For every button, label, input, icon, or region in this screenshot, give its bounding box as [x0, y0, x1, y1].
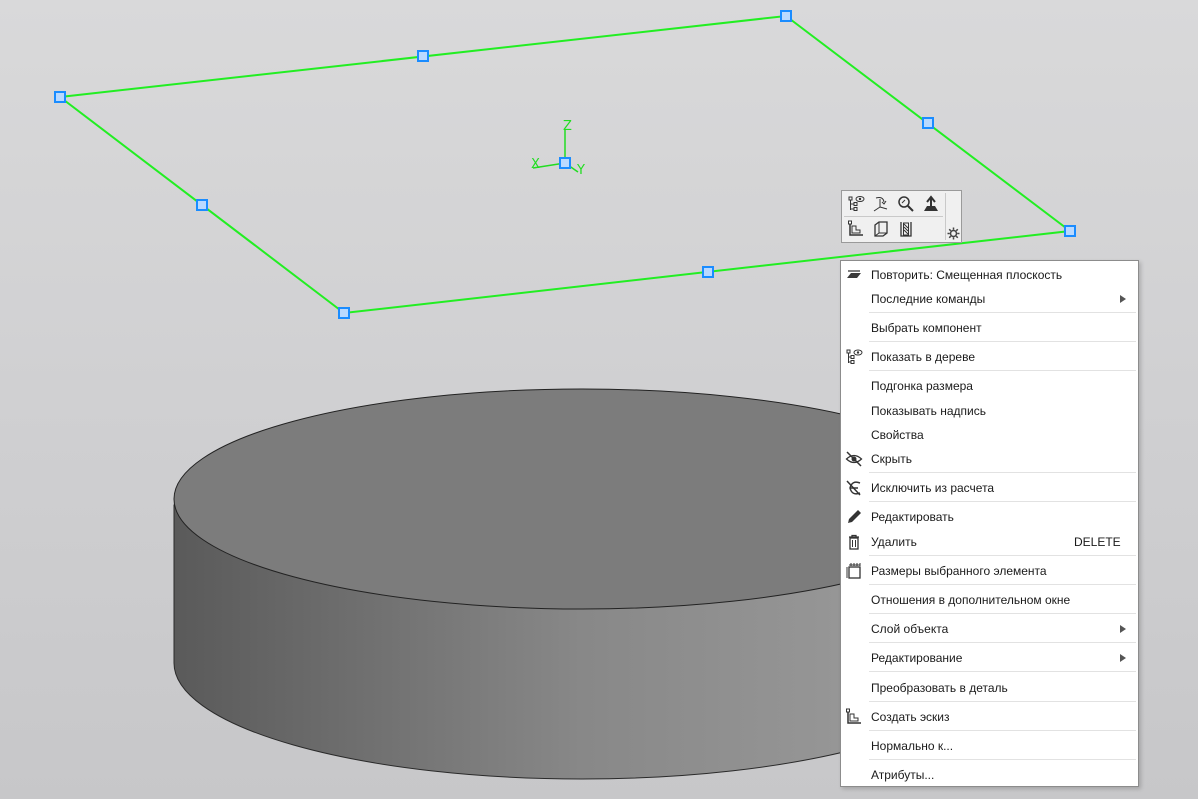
pencil-icon [845, 508, 863, 526]
section-view-button[interactable] [869, 218, 893, 240]
create-sketch-icon [848, 220, 863, 236]
menu-item-relations-window[interactable]: Отношения в дополнительном окне [841, 588, 1138, 612]
delete-shortcut: DELETE [1074, 535, 1121, 549]
axis-x-label: X [531, 157, 540, 172]
handle-corner-top[interactable] [780, 10, 792, 22]
menu-item-edit[interactable]: Редактировать [841, 505, 1138, 529]
menu-item-recent-commands[interactable]: Последние команды [841, 287, 1138, 311]
axis-z-label: Z [563, 119, 572, 134]
menu-separator [869, 613, 1136, 614]
menu-item-exclude-from-calculation[interactable]: Исключить из расчета [841, 476, 1138, 500]
handle-edge-bottom[interactable] [702, 266, 714, 278]
menu-item-show-in-tree[interactable]: Показать в дереве [841, 345, 1138, 369]
axis-y-label: Y [576, 163, 585, 178]
handle-corner-bottom[interactable] [338, 307, 350, 319]
menu-item-repeat-offset-plane[interactable]: Повторить: Смещенная плоскость [841, 263, 1138, 287]
trash-icon [845, 533, 863, 551]
toolbar-row-separator [844, 216, 943, 217]
menu-separator [869, 370, 1136, 371]
create-sketch-icon [845, 708, 863, 726]
handle-edge-right[interactable] [922, 117, 934, 129]
menu-item-create-sketch[interactable]: Создать эскиз [841, 705, 1138, 729]
menu-item-properties[interactable]: Свойства [841, 423, 1138, 447]
mini-toolbar [841, 190, 962, 243]
handle-center[interactable] [559, 157, 571, 169]
submenu-arrow-icon [1120, 654, 1126, 662]
eye-hide-icon [845, 450, 863, 468]
menu-separator [869, 759, 1136, 760]
tree-eye-icon [845, 348, 863, 366]
section-view-icon [874, 221, 888, 237]
menu-separator [869, 671, 1136, 672]
exclude-icon [845, 479, 863, 497]
hatch-view-icon [900, 222, 912, 237]
show-in-tree-button[interactable] [844, 193, 868, 215]
axis-triad: Z X Y [531, 119, 585, 178]
menu-item-delete[interactable]: Удалить DELETE [841, 530, 1138, 554]
menu-separator [869, 472, 1136, 473]
handle-corner-left[interactable] [54, 91, 66, 103]
sketch-normal-button[interactable] [869, 193, 893, 215]
menu-item-fit-size[interactable]: Подгонка размера [841, 374, 1138, 398]
handle-edge-left[interactable] [196, 199, 208, 211]
menu-item-show-caption[interactable]: Показывать надпись [841, 399, 1138, 423]
menu-separator [869, 312, 1136, 313]
menu-separator [869, 555, 1136, 556]
menu-separator [869, 730, 1136, 731]
menu-separator [869, 701, 1136, 702]
context-menu: Повторить: Смещенная плоскость Последние… [840, 260, 1139, 787]
menu-item-selected-element-dimensions[interactable]: Размеры выбранного элемента [841, 559, 1138, 583]
submenu-arrow-icon [1120, 295, 1126, 303]
zoom-to-icon [898, 196, 914, 212]
dimensions-icon [845, 562, 863, 580]
hatch-view-button[interactable] [894, 218, 918, 240]
show-in-tree-icon [848, 196, 865, 211]
zoom-to-button[interactable] [894, 193, 918, 215]
handle-corner-right[interactable] [1064, 225, 1076, 237]
handle-edge-top[interactable] [417, 50, 429, 62]
settings-gear-icon [947, 227, 959, 239]
toolbar-settings-button[interactable] [944, 224, 962, 242]
offset-plane-icon [845, 266, 863, 284]
menu-item-object-layer[interactable]: Слой объекта [841, 617, 1138, 641]
menu-item-normal-to[interactable]: Нормально к... [841, 734, 1138, 758]
export-button[interactable] [919, 193, 943, 215]
sketch-normal-icon [873, 197, 888, 212]
menu-separator [869, 341, 1136, 342]
menu-item-editing[interactable]: Редактирование [841, 646, 1138, 670]
menu-item-select-component[interactable]: Выбрать компонент [841, 316, 1138, 340]
menu-separator [869, 501, 1136, 502]
menu-separator [869, 584, 1136, 585]
menu-separator [869, 642, 1136, 643]
menu-item-convert-to-part[interactable]: Преобразовать в деталь [841, 676, 1138, 700]
create-sketch-button[interactable] [844, 218, 868, 240]
submenu-arrow-icon [1120, 625, 1126, 633]
menu-item-hide[interactable]: Скрыть [841, 447, 1138, 471]
menu-item-attributes[interactable]: Атрибуты... [841, 763, 1138, 787]
export-icon [924, 195, 938, 211]
